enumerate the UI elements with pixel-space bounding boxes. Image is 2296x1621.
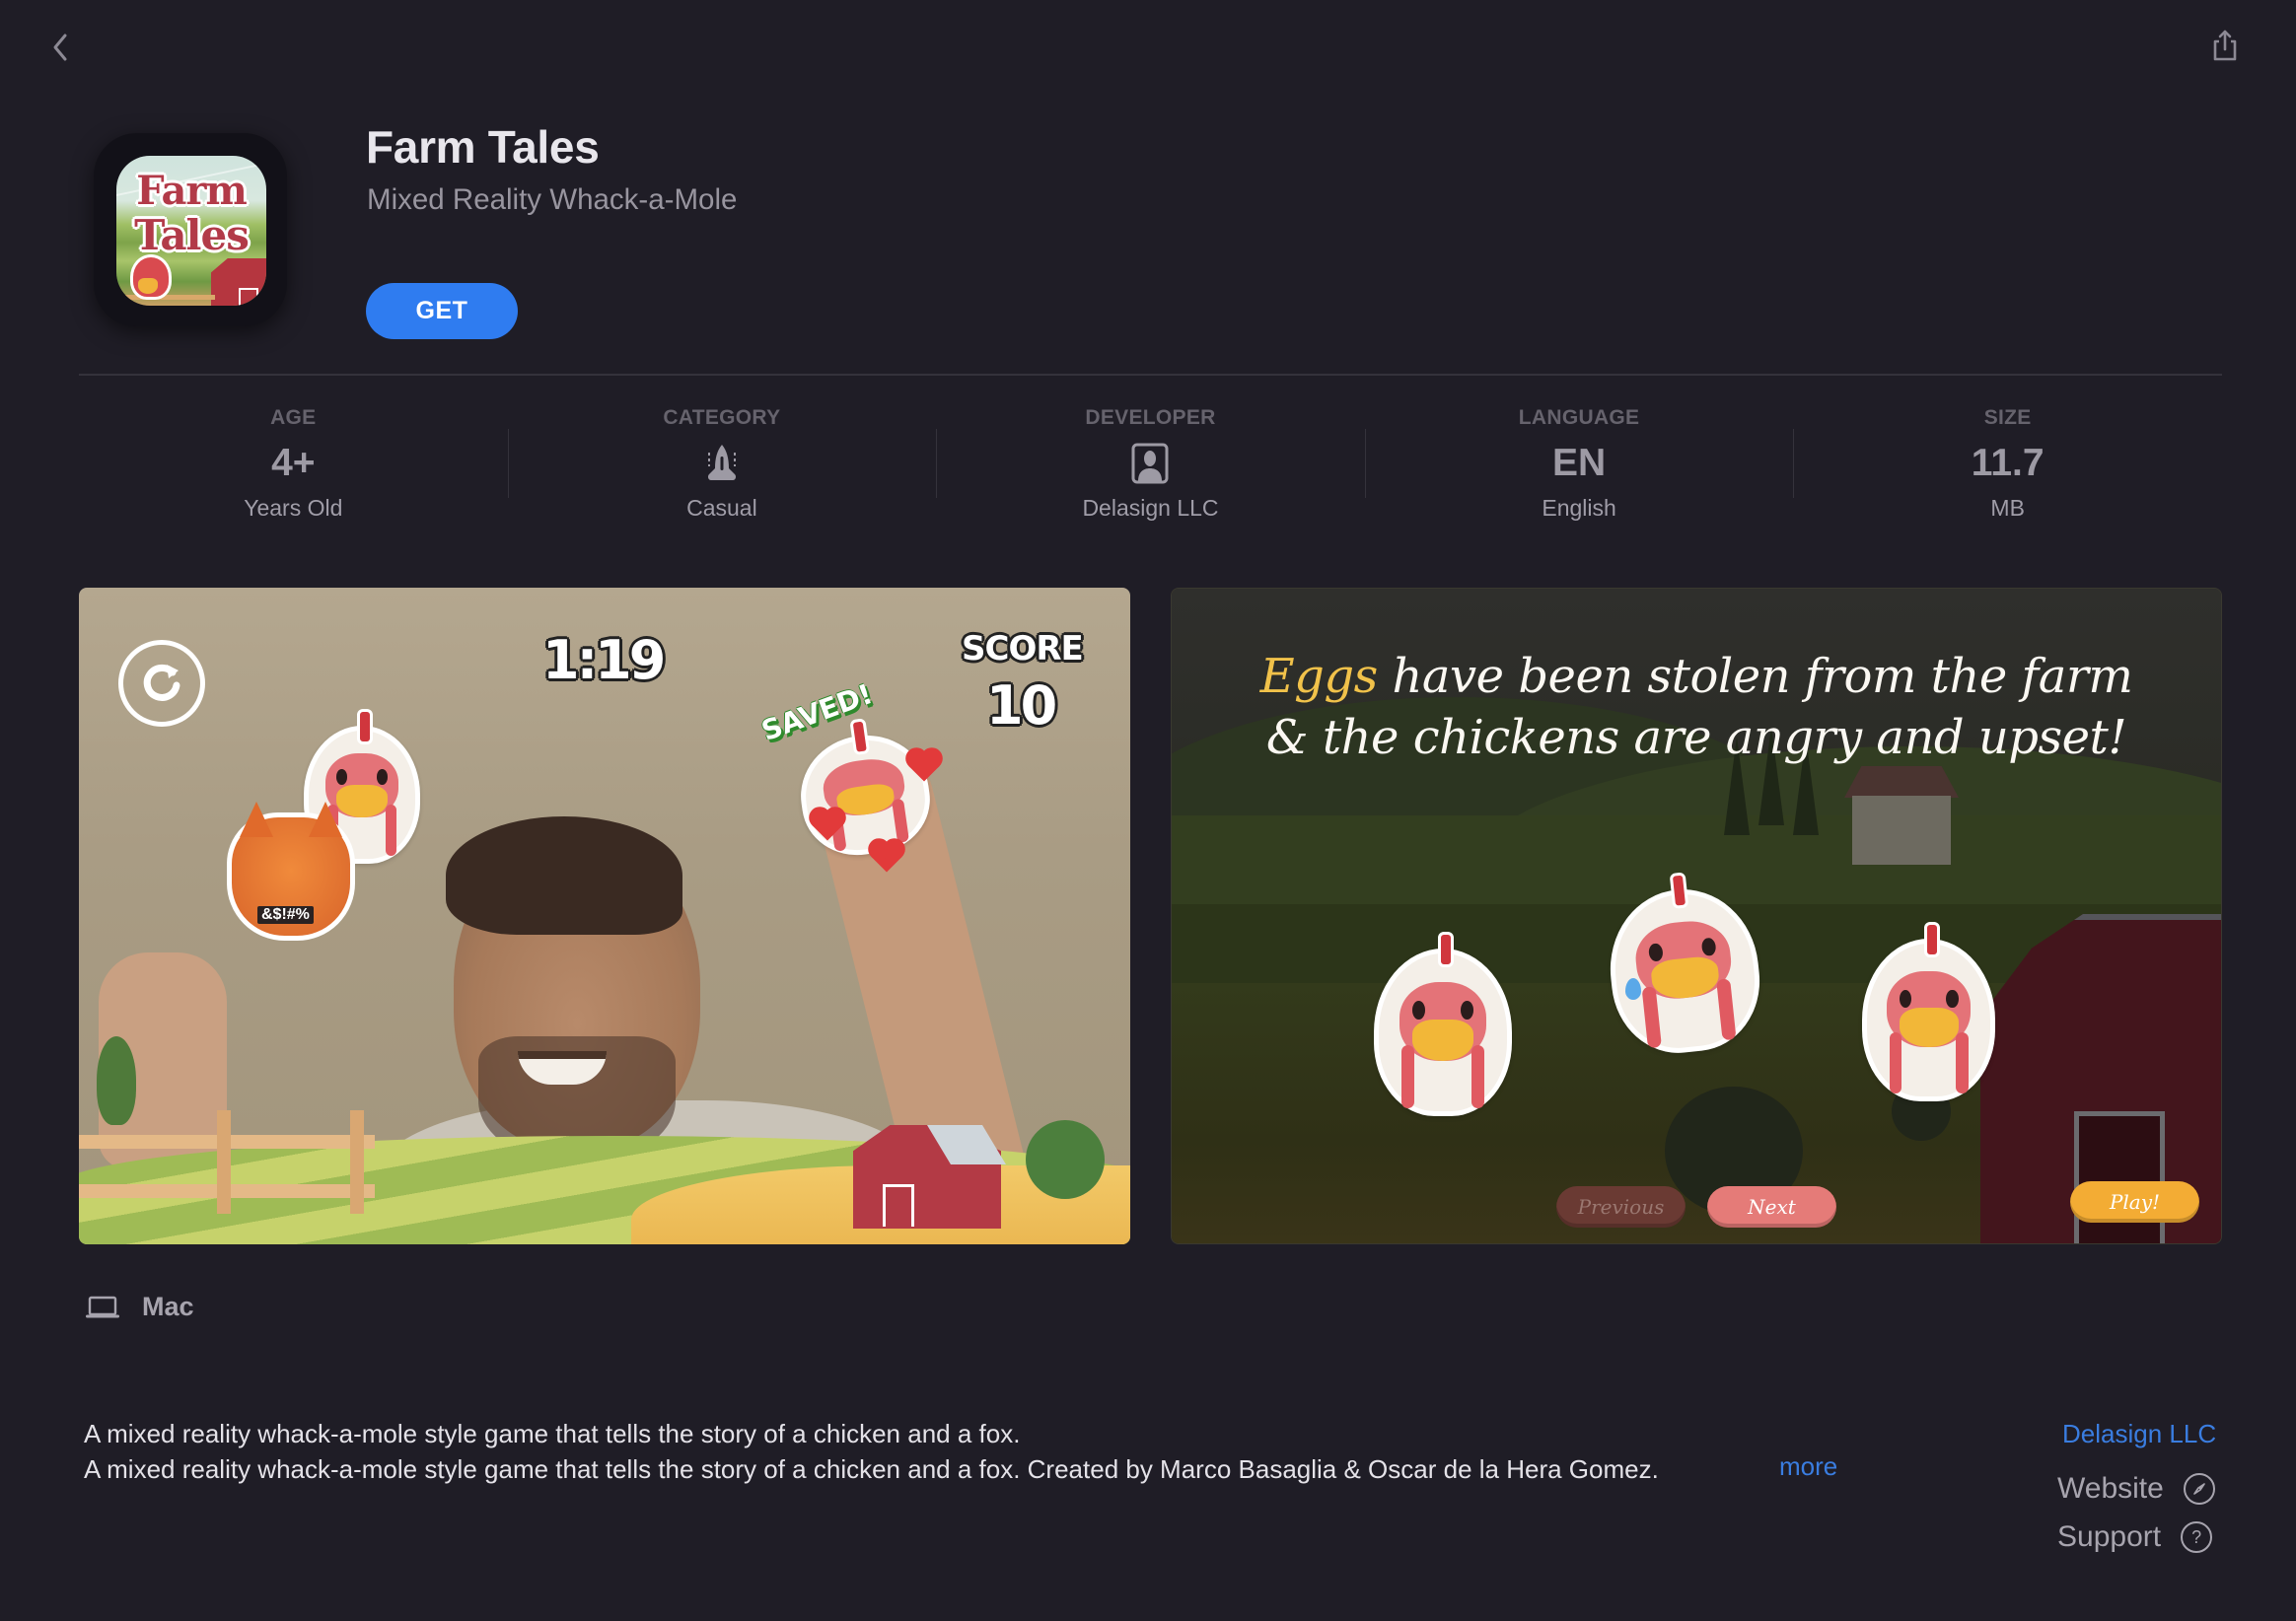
caption-line1: have been stolen from the farm [1377, 649, 2133, 704]
caption-line2: & the chickens are angry and upset! [1265, 710, 2127, 765]
info-label: CATEGORY [663, 406, 781, 429]
description-line-1: A mixed reality whack-a-mole style game … [84, 1419, 1021, 1448]
story-caption: Eggs have been stolen from the farm & th… [1172, 646, 2221, 768]
barn-door [2074, 1111, 2165, 1243]
info-label: DEVELOPER [1085, 406, 1216, 429]
description: A mixed reality whack-a-mole style game … [84, 1416, 1659, 1487]
support-link[interactable]: Support ? [2057, 1520, 2213, 1554]
support-label: Support [2057, 1520, 2162, 1553]
developer-link[interactable]: Delasign LLC [2062, 1419, 2216, 1449]
platform-label: Mac [142, 1292, 194, 1321]
rocket-icon [707, 445, 736, 480]
question-circle-icon: ? [2181, 1521, 2213, 1553]
info-sub: MB [1990, 495, 2025, 521]
description-line-2: A mixed reality whack-a-mole style game … [84, 1454, 1659, 1484]
compass-icon [2183, 1473, 2215, 1505]
info-sub: Casual [686, 495, 757, 521]
info-sub: Years Old [244, 495, 343, 521]
fox-sticker: &$!#% [227, 802, 355, 941]
info-label: SIZE [1983, 406, 2032, 429]
tree-right [1026, 1120, 1105, 1199]
icon-barn-door [239, 288, 258, 306]
farmhouse-roof [1844, 766, 1959, 798]
teardrop-icon [1625, 978, 1641, 1000]
info-value: EN [1551, 442, 1607, 484]
score-value: 10 [986, 674, 1057, 737]
next-button[interactable]: Next [1707, 1186, 1836, 1228]
info-developer[interactable]: DEVELOPER Delasign LLC [936, 394, 1365, 532]
icon-chicken-beak [138, 278, 158, 294]
share-icon [2213, 30, 2237, 61]
more-link[interactable]: more [1779, 1451, 1837, 1482]
info-sub: English [1542, 495, 1616, 521]
info-value: 11.7 [1971, 442, 2045, 484]
get-button[interactable]: GET [366, 283, 518, 339]
previous-button[interactable]: Previous [1556, 1186, 1686, 1228]
score-label: SCORE [962, 629, 1084, 669]
farmhouse [1852, 796, 1951, 865]
game-timer: 1:19 [542, 629, 666, 691]
fence-post [350, 1110, 364, 1214]
info-value [936, 442, 1365, 485]
info-label: AGE [270, 406, 317, 429]
app-icon-frame: Farm Tales [94, 133, 287, 326]
icon-fence [116, 295, 215, 300]
info-row: AGE 4+ Years Old CATEGORY Casual DEVELOP… [79, 394, 2222, 532]
restart-button[interactable] [118, 640, 205, 727]
fence-post [217, 1110, 231, 1214]
barn-door [883, 1184, 914, 1227]
back-button[interactable] [43, 26, 77, 69]
screenshot-2[interactable]: Eggs have been stolen from the farm & th… [1171, 588, 2222, 1244]
person-badge-icon [1131, 443, 1169, 484]
info-label: LANGUAGE [1518, 406, 1640, 429]
caption-accent-word: Eggs [1259, 649, 1379, 704]
info-sub: Delasign LLC [1082, 495, 1219, 521]
website-label: Website [2057, 1472, 2164, 1505]
person-hair [446, 816, 682, 935]
info-language[interactable]: LANGUAGE EN English [1364, 394, 1794, 532]
header-divider [79, 374, 2222, 376]
info-value [508, 442, 937, 485]
restart-icon [143, 664, 180, 701]
info-category[interactable]: CATEGORY Casual [507, 394, 937, 532]
app-title: Farm Tales [366, 121, 600, 173]
website-link[interactable]: Website [2057, 1472, 2215, 1506]
platform-row: Mac [85, 1292, 194, 1322]
app-subtitle: Mixed Reality Whack-a-Mole [367, 183, 738, 216]
app-icon: Farm Tales [116, 156, 266, 306]
info-age: AGE 4+ Years Old [79, 394, 508, 532]
play-button[interactable]: Play! [2070, 1181, 2199, 1223]
angry-chicken-sticker [1862, 922, 1995, 1101]
screenshot-1[interactable]: &$!#% 1:19 SCORE 10 SAVED! [79, 588, 1130, 1244]
icon-logo-line1: Farm [136, 168, 248, 214]
tree-left [97, 1036, 136, 1125]
laptop-icon [86, 1296, 119, 1317]
sad-chicken-sticker [1374, 932, 1512, 1116]
share-button[interactable] [2205, 24, 2245, 67]
info-value: 4+ [271, 442, 316, 484]
info-size: SIZE 11.7 MB [1793, 394, 2222, 532]
chevron-left-icon [53, 34, 67, 61]
icon-logo-line2: Tales [134, 211, 250, 259]
fox-censored-sign: &$!#% [257, 906, 314, 924]
